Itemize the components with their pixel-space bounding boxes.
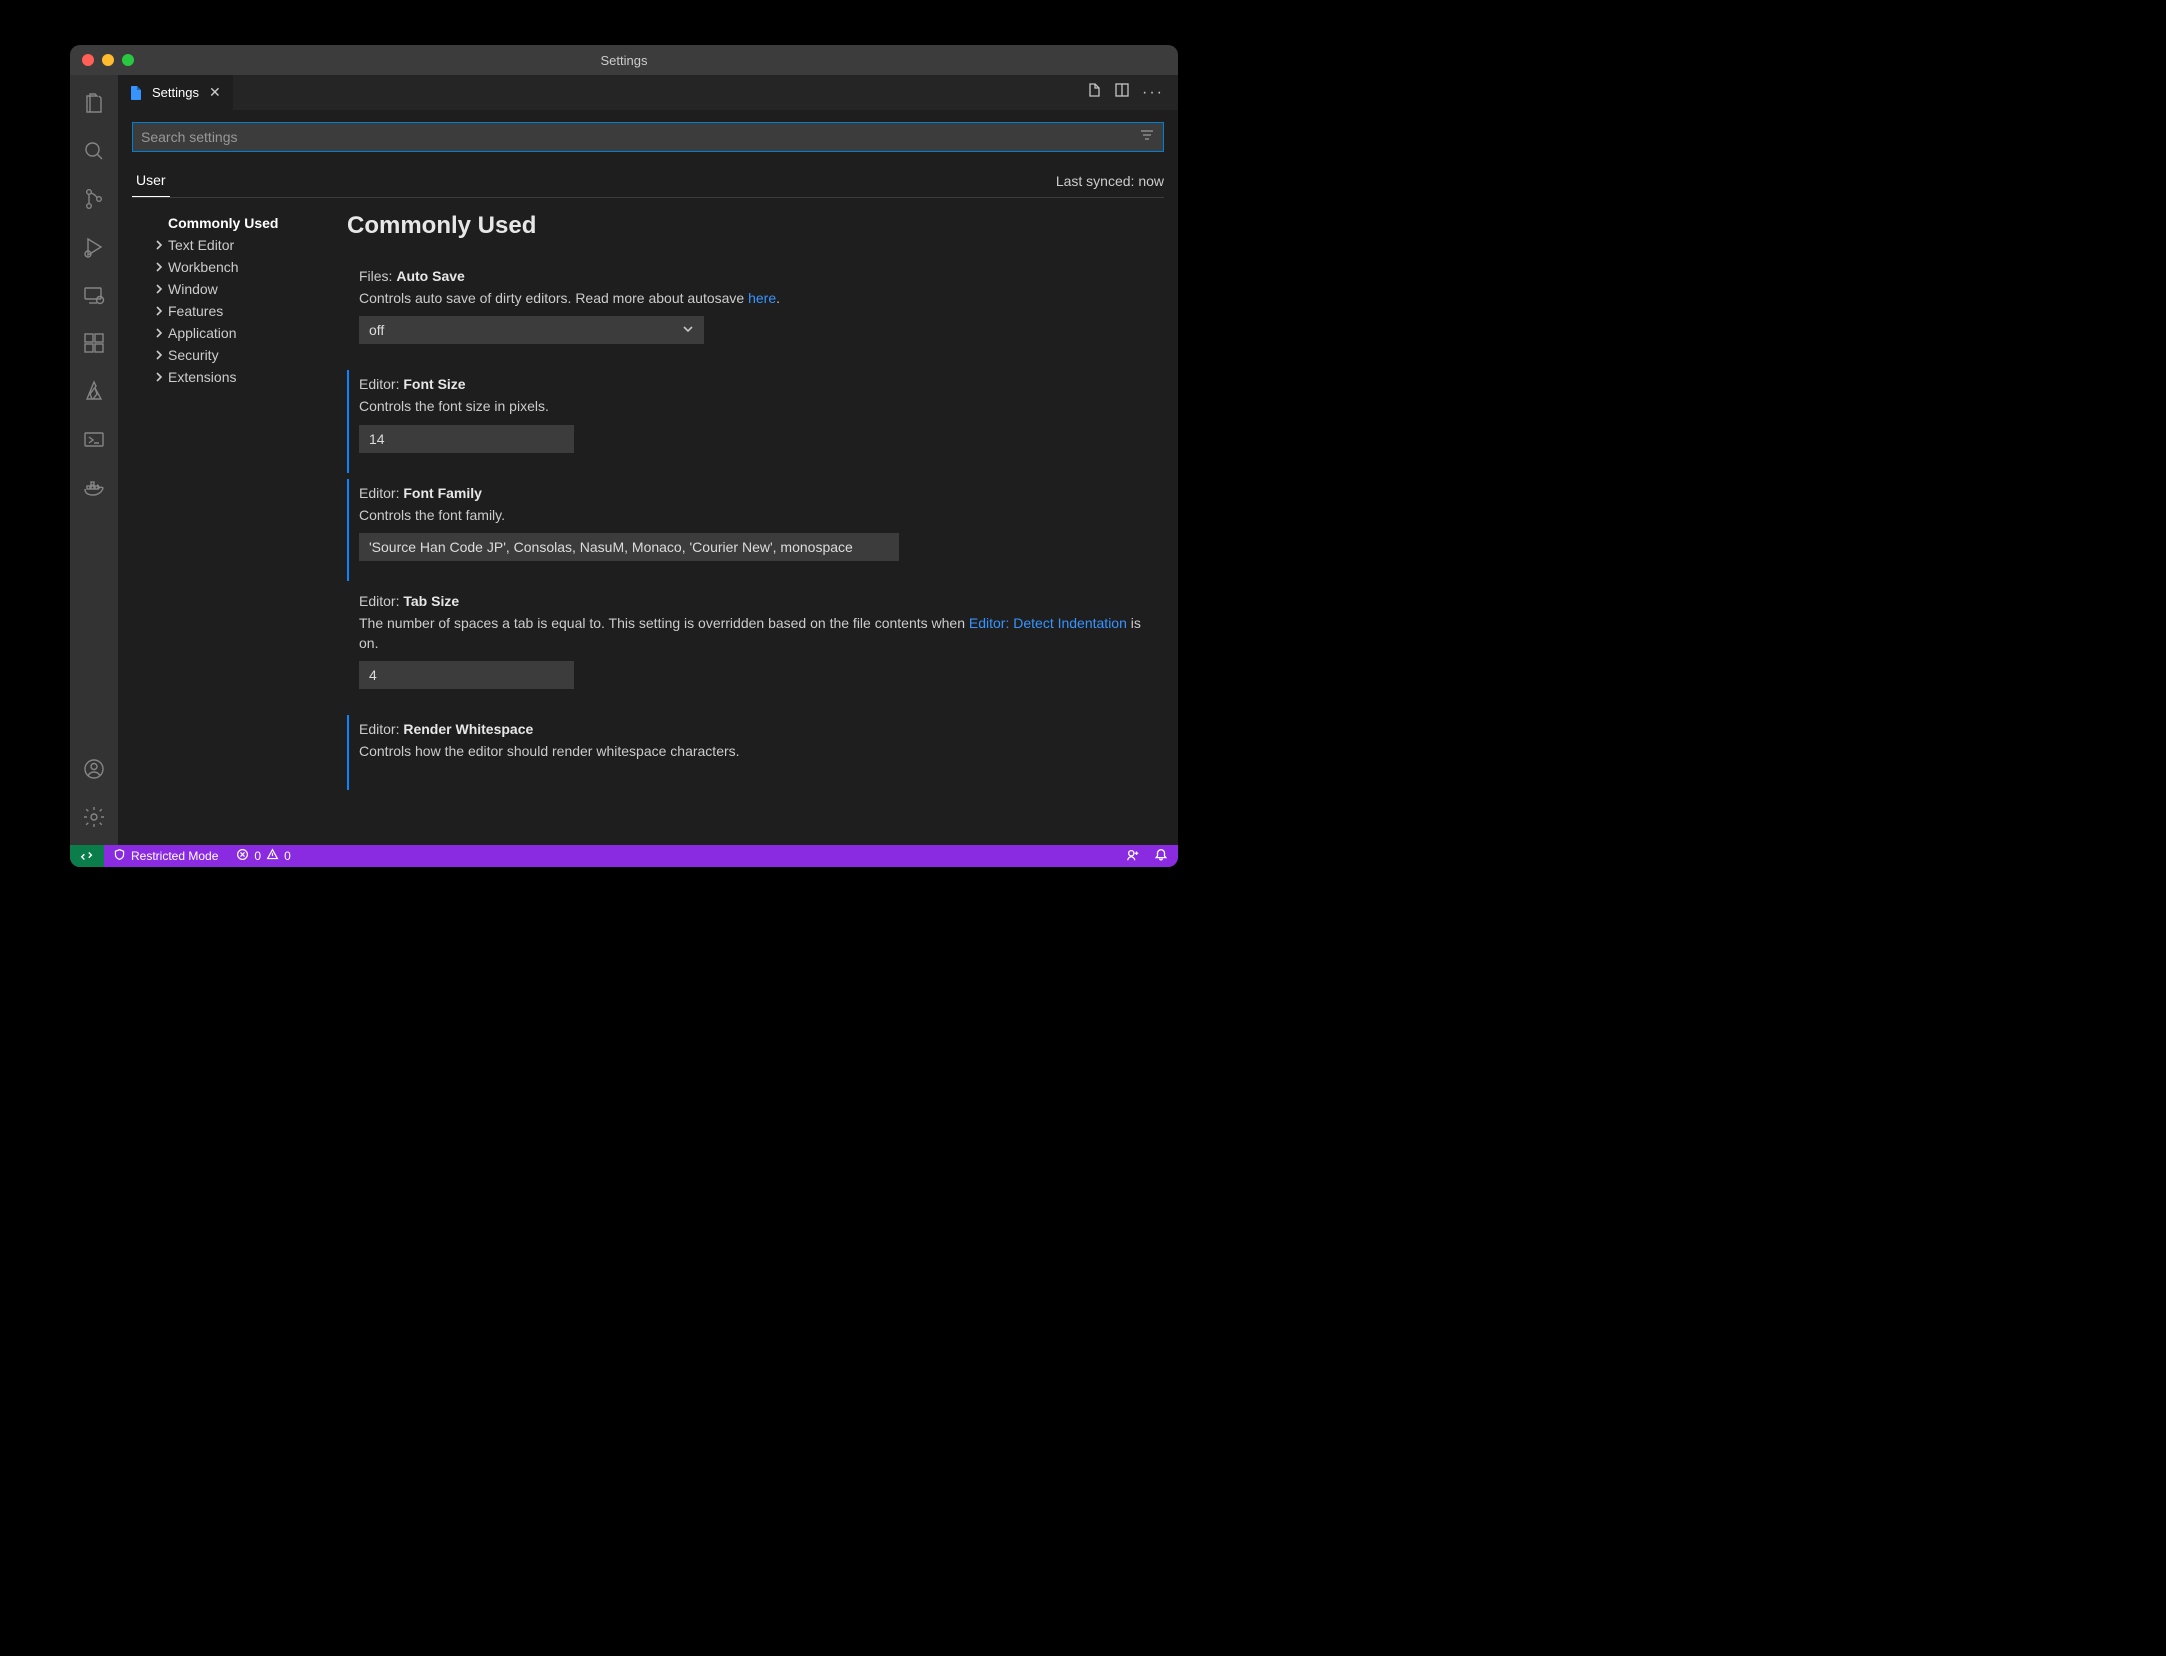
- window-minimize-button[interactable]: [102, 54, 114, 66]
- toc-security[interactable]: Security: [152, 344, 347, 366]
- toc-window[interactable]: Window: [152, 278, 347, 300]
- tab-settings[interactable]: Settings ✕: [118, 75, 234, 110]
- setting-editor-render-whitespace: Editor: Render Whitespace Controls how t…: [347, 715, 1158, 789]
- settings-search-input[interactable]: [141, 129, 1139, 145]
- toc-features[interactable]: Features: [152, 300, 347, 322]
- settings-search-container: [132, 122, 1164, 152]
- explorer-icon[interactable]: [70, 79, 118, 127]
- autosave-doc-link[interactable]: here: [748, 290, 776, 306]
- setting-files-auto-save: Files: Auto Save Controls auto save of d…: [347, 262, 1158, 364]
- chevron-right-icon: [152, 371, 166, 383]
- settings-gear-icon[interactable]: [70, 793, 118, 841]
- setting-category: Editor:: [359, 721, 403, 737]
- toc-workbench[interactable]: Workbench: [152, 256, 347, 278]
- toc-commonly-used[interactable]: Commonly Used: [152, 212, 347, 234]
- notifications-bell-icon[interactable]: [1154, 848, 1168, 865]
- extensions-icon[interactable]: [70, 319, 118, 367]
- restricted-mode-item[interactable]: Restricted Mode: [104, 845, 227, 867]
- error-icon: [236, 848, 249, 864]
- split-editor-icon[interactable]: [1114, 82, 1130, 103]
- settings-list: Commonly Used Files: Auto Save Controls …: [347, 212, 1164, 845]
- toc-text-editor[interactable]: Text Editor: [152, 234, 347, 256]
- setting-description: Controls how the editor should render wh…: [359, 741, 1158, 761]
- docker-icon[interactable]: [70, 463, 118, 511]
- font-size-input[interactable]: [359, 425, 574, 453]
- setting-description: Controls the font size in pixels.: [359, 396, 1158, 416]
- setting-category: Editor:: [359, 376, 403, 392]
- select-value: off: [369, 322, 384, 338]
- setting-description: Controls the font family.: [359, 505, 1158, 525]
- editor-tabbar: Settings ✕ ···: [118, 75, 1178, 110]
- tab-size-input[interactable]: [359, 661, 574, 689]
- settings-editor: User Last synced: now Commonly Used Text: [118, 110, 1178, 845]
- toc-extensions[interactable]: Extensions: [152, 366, 347, 388]
- chevron-right-icon: [152, 305, 166, 317]
- chevron-right-icon: [152, 283, 166, 295]
- accounts-icon[interactable]: [70, 745, 118, 793]
- status-bar: Restricted Mode 0 0: [70, 845, 1178, 867]
- app-window: Settings: [70, 45, 1178, 867]
- shield-icon: [113, 848, 126, 864]
- setting-description: Controls auto save of dirty editors. Rea…: [359, 288, 1158, 308]
- error-count: 0: [254, 849, 261, 863]
- warning-icon: [266, 848, 279, 864]
- setting-editor-font-size: Editor: Font Size Controls the font size…: [347, 370, 1158, 472]
- setting-name: Tab Size: [403, 593, 459, 609]
- setting-name: Render Whitespace: [403, 721, 533, 737]
- remote-indicator[interactable]: [70, 845, 104, 867]
- more-actions-icon[interactable]: ···: [1142, 84, 1164, 102]
- chevron-down-icon: [682, 322, 694, 338]
- tab-close-icon[interactable]: ✕: [207, 84, 223, 101]
- setting-category: Editor:: [359, 485, 403, 501]
- toc-application[interactable]: Application: [152, 322, 347, 344]
- open-settings-json-icon[interactable]: [1086, 82, 1102, 103]
- run-debug-icon[interactable]: [70, 223, 118, 271]
- traffic-lights: [70, 54, 134, 66]
- settings-filter-icon[interactable]: [1139, 127, 1155, 148]
- scope-tab-user[interactable]: User: [132, 166, 170, 197]
- window-title: Settings: [70, 53, 1178, 68]
- settings-scope-row: User Last synced: now: [132, 166, 1164, 198]
- auto-save-select[interactable]: off: [359, 316, 704, 344]
- window-zoom-button[interactable]: [122, 54, 134, 66]
- chevron-right-icon: [152, 261, 166, 273]
- setting-name: Font Family: [403, 485, 482, 501]
- chevron-right-icon: [152, 239, 166, 251]
- chevron-right-icon: [152, 349, 166, 361]
- tab-label: Settings: [152, 85, 199, 100]
- window-close-button[interactable]: [82, 54, 94, 66]
- settings-toc: Commonly Used Text Editor Workbench: [132, 212, 347, 845]
- chevron-right-icon: [152, 327, 166, 339]
- editor-actions: ···: [1086, 75, 1178, 110]
- sync-status[interactable]: Last synced: now: [1056, 173, 1164, 197]
- file-icon: [128, 85, 144, 101]
- detect-indentation-link[interactable]: Editor: Detect Indentation: [969, 615, 1127, 631]
- search-icon[interactable]: [70, 127, 118, 175]
- setting-editor-font-family: Editor: Font Family Controls the font fa…: [347, 479, 1158, 581]
- setting-category: Files:: [359, 268, 396, 284]
- font-family-input[interactable]: [359, 533, 899, 561]
- setting-name: Auto Save: [396, 268, 464, 284]
- azure-icon[interactable]: [70, 367, 118, 415]
- remote-explorer-icon[interactable]: [70, 271, 118, 319]
- section-heading: Commonly Used: [347, 212, 1158, 240]
- activity-bar: [70, 75, 118, 845]
- setting-description: The number of spaces a tab is equal to. …: [359, 613, 1158, 654]
- problems-item[interactable]: 0 0: [227, 845, 299, 867]
- restricted-mode-label: Restricted Mode: [131, 849, 218, 863]
- setting-editor-tab-size: Editor: Tab Size The number of spaces a …: [347, 587, 1158, 710]
- source-control-icon[interactable]: [70, 175, 118, 223]
- feedback-icon[interactable]: [1126, 848, 1140, 865]
- titlebar: Settings: [70, 45, 1178, 75]
- powershell-icon[interactable]: [70, 415, 118, 463]
- setting-category: Editor:: [359, 593, 403, 609]
- setting-name: Font Size: [403, 376, 465, 392]
- warning-count: 0: [284, 849, 291, 863]
